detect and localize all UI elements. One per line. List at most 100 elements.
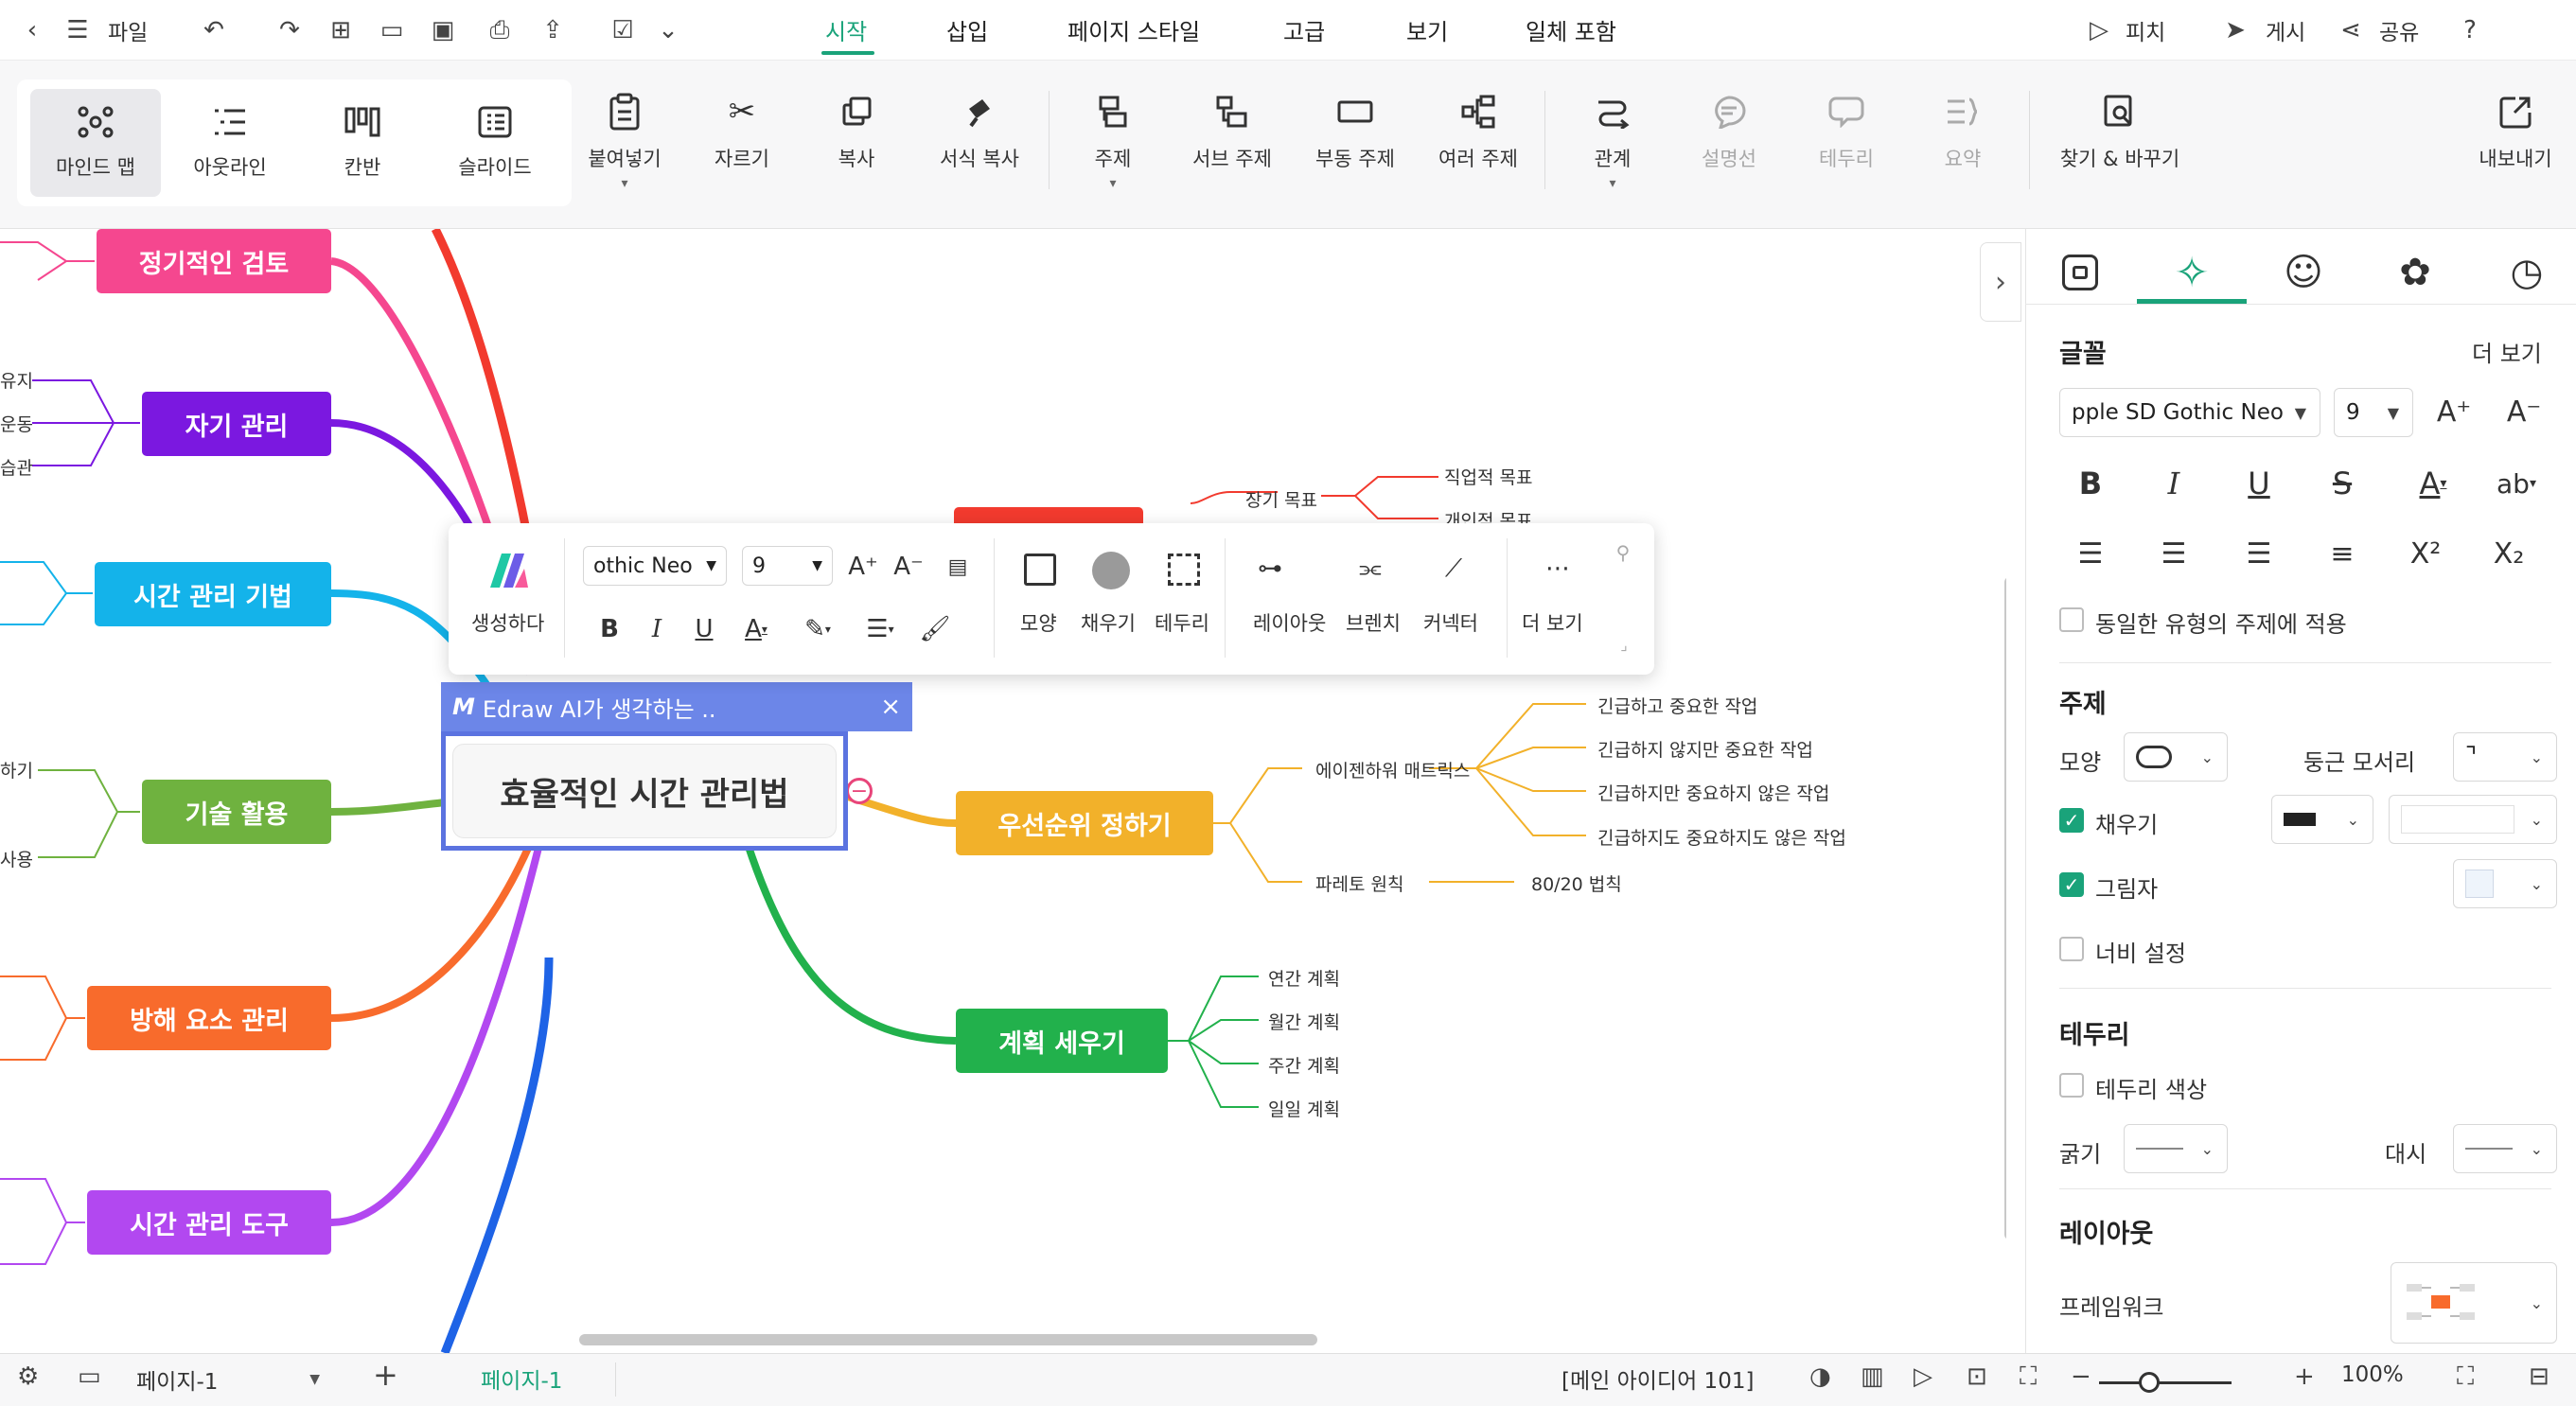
generate-button[interactable]: 생성하다	[471, 608, 544, 637]
add-page-icon[interactable]: +	[373, 1357, 398, 1393]
share-icon[interactable]: ⋖	[2334, 13, 2368, 47]
topic-self-management[interactable]: 자기 관리	[142, 392, 331, 456]
zoom-level[interactable]: 100%	[2341, 1362, 2404, 1387]
topic-tech-usage[interactable]: 기술 활용	[142, 780, 331, 844]
tab-ai-style[interactable]: ✧	[2137, 238, 2247, 307]
view-outline[interactable]: 아웃라인	[165, 89, 295, 197]
view-kanban[interactable]: 칸반	[297, 89, 428, 197]
connector-icon[interactable]: ⟋	[1433, 548, 1474, 589]
zoom-out-icon[interactable]: −	[2071, 1362, 2091, 1391]
boundary-button[interactable]: 테두리	[1811, 91, 1881, 195]
branch-icon[interactable]: ⫘	[1350, 548, 1391, 589]
checklist-icon[interactable]: ☑	[606, 13, 640, 47]
align-left-icon[interactable]: ☰	[2065, 528, 2116, 579]
list-icon[interactable]: ☰ ▾	[854, 610, 907, 648]
panel-toggle-icon[interactable]: ›	[1980, 242, 2021, 322]
superscript-icon[interactable]: X²	[2400, 528, 2451, 579]
leaf-pareto[interactable]: 파레토 원칙	[1315, 870, 1403, 896]
leaf-text[interactable]: 운동	[0, 411, 33, 436]
export-small-icon[interactable]: ⇪	[536, 13, 570, 47]
fit-page-icon[interactable]: ⊡	[1967, 1362, 1987, 1391]
bold-icon[interactable]: B	[591, 610, 628, 648]
play-icon[interactable]: ▷	[1914, 1362, 1932, 1391]
new-file-icon[interactable]: ⊞	[324, 13, 358, 47]
shape-select[interactable]: ⌄	[2124, 732, 2228, 782]
format-painter-button[interactable]: 서식 복사	[929, 91, 1030, 195]
mindmap-canvas[interactable]: 정기적인 검토 자기 관리 시간 관리 기법 기술 활용 방해 요소 관리 시간…	[0, 229, 2006, 1353]
leaf-not-urgent-important[interactable]: 긴급하지 않지만 중요한 작업	[1597, 736, 1813, 762]
topic-time-techniques[interactable]: 시간 관리 기법	[95, 562, 331, 626]
border-icon[interactable]	[1168, 554, 1200, 586]
chevron-down-icon[interactable]: ⌄	[651, 13, 685, 47]
export-button[interactable]: 내보내기	[2468, 91, 2563, 195]
topic-distraction[interactable]: 방해 요소 관리	[87, 986, 331, 1050]
layout-icon[interactable]: ⊶	[1249, 548, 1291, 589]
shape-icon[interactable]	[1024, 554, 1056, 586]
font-size-select[interactable]: 9 ▼	[742, 546, 833, 586]
underline-icon[interactable]: U	[2233, 458, 2285, 509]
file-menu[interactable]: 파일	[108, 13, 148, 47]
fill-label[interactable]: 채우기	[1081, 608, 1136, 637]
fullscreen-icon[interactable]: ⛶	[2457, 1362, 2474, 1392]
play-icon[interactable]: ▷	[2082, 13, 2116, 47]
pitch-button[interactable]: 피치	[2126, 13, 2165, 47]
panel-font-size-select[interactable]: 9 ▼	[2334, 388, 2413, 437]
weight-select[interactable]: ⌄	[2124, 1124, 2228, 1173]
panel-font-family-select[interactable]: pple SD Gothic Neo ▼	[2059, 388, 2320, 437]
align-right-icon[interactable]: ☰	[2233, 528, 2285, 579]
tab-start[interactable]: 시작	[825, 13, 867, 46]
close-icon[interactable]: ×	[880, 693, 901, 721]
resize-icon[interactable]: ⌟	[1613, 633, 1635, 656]
relation-button[interactable]: 관계 ▾	[1577, 91, 1649, 195]
print-icon[interactable]: ⎙	[483, 13, 517, 47]
tab-insert[interactable]: 삽입	[946, 13, 988, 46]
justify-icon[interactable]: ≡	[2317, 528, 2368, 579]
connector-label[interactable]: 커넥터	[1423, 608, 1478, 637]
align-center-icon[interactable]: ☰	[2148, 528, 2199, 579]
subscript-icon[interactable]: X₂	[2483, 528, 2534, 579]
font-color-icon[interactable]: A ▾	[2400, 458, 2466, 509]
open-folder-icon[interactable]: ▭	[375, 13, 409, 47]
back-icon[interactable]: ‹	[15, 13, 49, 47]
increase-font-icon[interactable]: A⁺	[2428, 386, 2479, 437]
decrease-font-icon[interactable]: A⁻	[890, 548, 927, 586]
font-more-link[interactable]: 더 보기	[2472, 335, 2542, 368]
tab-history[interactable]: ◷	[2472, 238, 2576, 307]
text-format-icon[interactable]: ▤	[939, 548, 977, 586]
font-color-icon[interactable]: A ▾	[732, 610, 780, 648]
cut-button[interactable]: ✂ 자르기	[704, 91, 780, 195]
text-case-icon[interactable]: ab ▾	[2483, 458, 2550, 509]
more-label[interactable]: 더 보기	[1522, 608, 1583, 637]
collapse-panel-icon[interactable]: ⊟	[2529, 1362, 2550, 1391]
font-family-select[interactable]: othic Neo ▼	[583, 546, 727, 586]
central-topic[interactable]: 효율적인 시간 관리법	[452, 744, 837, 838]
view-slides[interactable]: 슬라이드	[430, 89, 560, 197]
highlight-icon[interactable]: ✎ ▾	[791, 610, 844, 648]
width-checkbox[interactable]	[2059, 937, 2084, 961]
page-select[interactable]: 페이지-1 ▼	[136, 1359, 326, 1400]
tab-theme[interactable]: ✿	[2360, 238, 2470, 307]
leaf-weekly-plan[interactable]: 주간 계획	[1268, 1052, 1340, 1078]
vertical-scrollbar[interactable]	[2004, 577, 2006, 1239]
leaf-80-20[interactable]: 80/20 법칙	[1531, 870, 1622, 896]
leaf-yearly-plan[interactable]: 연간 계획	[1268, 965, 1340, 991]
find-replace-button[interactable]: 찾기 & 바꾸기	[2044, 91, 2196, 195]
layout-label[interactable]: 레이아웃	[1253, 608, 1326, 637]
tab-advanced[interactable]: 고급	[1283, 13, 1325, 46]
collapse-toggle-icon[interactable]: −	[846, 778, 873, 804]
leaf-monthly-plan[interactable]: 월간 계획	[1268, 1009, 1340, 1034]
shadow-checkbox[interactable]: ✓	[2059, 872, 2084, 897]
shape-label[interactable]: 모양	[1020, 608, 1057, 637]
underline-icon[interactable]: U	[685, 610, 723, 648]
horizontal-scrollbar[interactable]	[579, 1334, 1317, 1345]
border-color-checkbox[interactable]	[2059, 1073, 2084, 1098]
redo-icon[interactable]: ↷	[273, 13, 307, 47]
paste-button[interactable]: 붙여넣기 ▾	[581, 91, 668, 195]
tab-ai[interactable]: 일체 포함	[1526, 13, 1616, 46]
fullscreen-fit-icon[interactable]: ⛶	[2020, 1362, 2037, 1392]
branch-label[interactable]: 브렌치	[1346, 608, 1401, 637]
topic-time-tools[interactable]: 시간 관리 도구	[87, 1190, 331, 1255]
apply-same-checkbox[interactable]	[2059, 607, 2084, 632]
page-list-icon[interactable]: ▭	[78, 1362, 101, 1391]
framework-select[interactable]: ⌄	[2391, 1262, 2557, 1344]
